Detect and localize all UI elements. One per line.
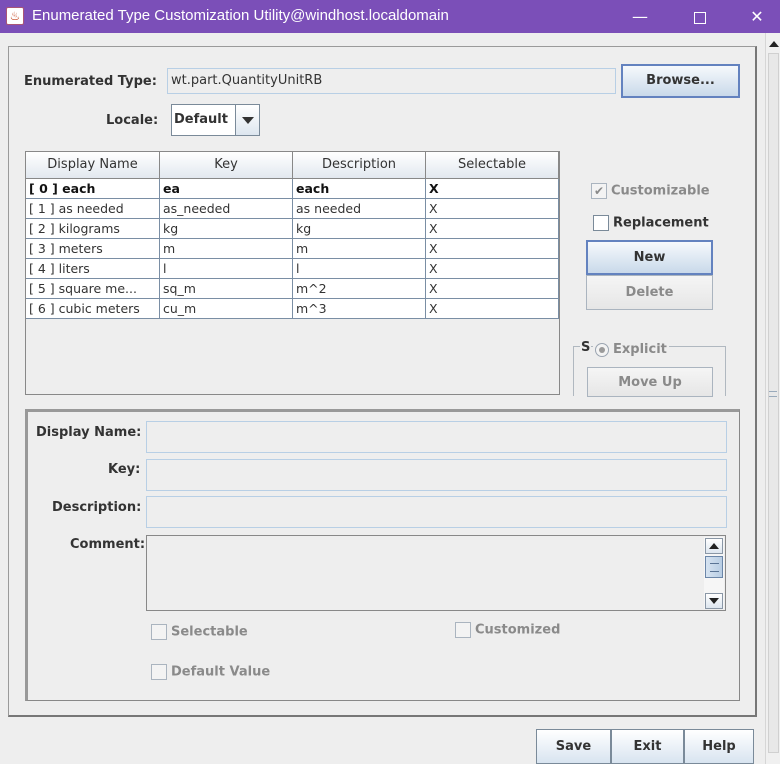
- replacement-checkbox[interactable]: Replacement: [593, 215, 709, 231]
- locale-value: Default: [174, 112, 228, 127]
- cell-display-name: [ 3 ] meters: [26, 239, 160, 259]
- scroll-up-icon[interactable]: [705, 538, 723, 554]
- cell-selectable: X: [426, 279, 559, 299]
- customizable-checkbox[interactable]: ✔ Customizable: [591, 183, 710, 199]
- java-app-icon: ♨: [6, 7, 24, 25]
- checkbox-icon: [151, 624, 167, 640]
- scroll-down-icon[interactable]: [705, 593, 723, 609]
- delete-button[interactable]: Delete: [586, 275, 713, 310]
- help-button[interactable]: Help: [684, 729, 754, 764]
- table-row[interactable]: [ 2 ] kilograms kg kg X: [26, 219, 559, 239]
- cell-key: ea: [160, 179, 293, 199]
- cell-key: m: [160, 239, 293, 259]
- cell-selectable: X: [426, 179, 559, 199]
- default-value-label: Default Value: [171, 664, 271, 680]
- enum-type-label: Enumerated Type:: [24, 74, 157, 89]
- table-row[interactable]: [ 1 ] as needed as_needed as needed X: [26, 199, 559, 219]
- cell-key: sq_m: [160, 279, 293, 299]
- explicit-radio[interactable]: Explicit: [593, 342, 669, 357]
- cell-key: kg: [160, 219, 293, 239]
- cell-description: each: [293, 179, 426, 199]
- cell-selectable: X: [426, 239, 559, 259]
- table-row[interactable]: [ 0 ] each ea each X: [26, 179, 559, 199]
- scroll-track[interactable]: [768, 53, 779, 753]
- display-name-field[interactable]: [146, 421, 727, 453]
- cell-description: kg: [293, 219, 426, 239]
- key-label: Key:: [108, 462, 141, 477]
- cell-display-name: [ 4 ] liters: [26, 259, 160, 279]
- cell-selectable: X: [426, 299, 559, 319]
- table-header: Display Name Key Description Selectable: [26, 152, 559, 179]
- minimize-icon: —: [632, 7, 648, 26]
- cell-description: m: [293, 239, 426, 259]
- locale-label: Locale:: [106, 113, 159, 128]
- close-icon: ✕: [750, 7, 764, 26]
- explicit-label: Explicit: [613, 342, 667, 357]
- enum-type-field[interactable]: wt.part.QuantityUnitRB: [167, 68, 616, 94]
- cell-display-name: [ 5 ] square me...: [26, 279, 160, 299]
- cell-display-name: [ 2 ] kilograms: [26, 219, 160, 239]
- customizable-label: Customizable: [611, 183, 710, 199]
- column-header-description[interactable]: Description: [293, 152, 426, 179]
- column-header-display-name[interactable]: Display Name: [26, 152, 160, 179]
- comment-label: Comment:: [70, 537, 146, 552]
- cell-description: m^3: [293, 299, 426, 319]
- maximize-button[interactable]: [677, 0, 723, 33]
- sort-group-title: S: [580, 340, 592, 355]
- scroll-thumb[interactable]: [705, 556, 723, 578]
- cell-description: l: [293, 259, 426, 279]
- title-bar: ♨ Enumerated Type Customization Utility@…: [0, 0, 780, 33]
- scroll-up-icon[interactable]: [769, 41, 779, 47]
- column-header-key[interactable]: Key: [160, 152, 293, 179]
- chevron-down-icon[interactable]: [235, 105, 259, 135]
- move-up-button[interactable]: Move Up: [587, 367, 713, 397]
- selectable-label: Selectable: [171, 624, 248, 640]
- selectable-checkbox[interactable]: Selectable: [151, 624, 248, 640]
- maximize-icon: [694, 11, 706, 24]
- table-row[interactable]: [ 5 ] square me... sq_m m^2 X: [26, 279, 559, 299]
- enum-values-table: Display Name Key Description Selectable …: [25, 151, 560, 395]
- new-button[interactable]: New: [586, 240, 713, 275]
- cell-selectable: X: [426, 199, 559, 219]
- scroll-grip-icon: [769, 391, 777, 397]
- comment-scrollbar[interactable]: [704, 537, 724, 609]
- cell-selectable: X: [426, 259, 559, 279]
- locale-select[interactable]: Default: [171, 104, 260, 136]
- cell-description: as needed: [293, 199, 426, 219]
- cell-display-name: [ 1 ] as needed: [26, 199, 160, 219]
- customized-label: Customized: [475, 622, 561, 638]
- customized-checkbox[interactable]: Customized: [455, 622, 560, 638]
- cell-description: m^2: [293, 279, 426, 299]
- key-field[interactable]: [146, 459, 727, 491]
- table-row[interactable]: [ 3 ] meters m m X: [26, 239, 559, 259]
- cell-display-name: [ 6 ] cubic meters: [26, 299, 160, 319]
- minimize-button[interactable]: —: [617, 0, 663, 33]
- cell-selectable: X: [426, 219, 559, 239]
- checkbox-icon: [151, 664, 167, 680]
- replacement-label: Replacement: [613, 215, 709, 231]
- cell-display-name: [ 0 ] each: [26, 179, 160, 199]
- description-field[interactable]: [146, 496, 727, 528]
- exit-button[interactable]: Exit: [611, 729, 684, 764]
- table-row[interactable]: [ 4 ] liters l l X: [26, 259, 559, 279]
- window-scrollbar[interactable]: [765, 33, 780, 764]
- window-title: Enumerated Type Customization Utility@wi…: [32, 7, 449, 24]
- column-header-selectable[interactable]: Selectable: [426, 152, 559, 179]
- radio-selected-icon: [595, 342, 609, 357]
- save-button[interactable]: Save: [536, 729, 611, 764]
- cell-key: cu_m: [160, 299, 293, 319]
- cell-key: as_needed: [160, 199, 293, 219]
- cell-key: l: [160, 259, 293, 279]
- checkbox-icon: [455, 622, 471, 638]
- browse-button[interactable]: Browse...: [621, 64, 740, 98]
- checkmark-icon: ✔: [591, 183, 607, 199]
- checkbox-icon: [593, 215, 609, 231]
- default-value-checkbox[interactable]: Default Value: [151, 664, 270, 680]
- comment-textarea[interactable]: [146, 535, 726, 611]
- table-row[interactable]: [ 6 ] cubic meters cu_m m^3 X: [26, 299, 559, 319]
- description-label: Description:: [52, 500, 142, 515]
- display-name-label: Display Name:: [36, 425, 142, 440]
- close-button[interactable]: ✕: [734, 0, 780, 33]
